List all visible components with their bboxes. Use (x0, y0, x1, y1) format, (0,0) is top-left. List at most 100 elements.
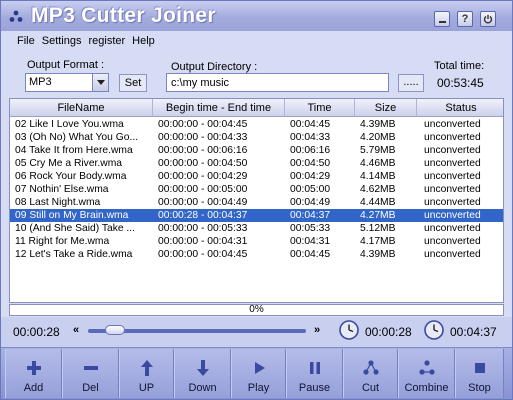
cell-filename: 06 Rock Your Body.wma (15, 171, 127, 182)
cell-time-range: 00:00:00 - 00:04:50 (158, 158, 248, 169)
cell-size: 4.39MB (360, 119, 396, 130)
stop-button[interactable]: Stop (455, 349, 504, 398)
power-button[interactable] (480, 11, 496, 27)
cell-status: unconverted (424, 236, 481, 247)
down-label: Down (188, 382, 217, 394)
add-button[interactable]: Add (5, 349, 62, 398)
output-directory-input[interactable] (166, 73, 389, 92)
pause-button[interactable]: Pause (286, 349, 343, 398)
combine-label: Combine (404, 382, 449, 394)
end-time: 00:04:37 (450, 325, 497, 339)
cut-button[interactable]: Cut (343, 349, 398, 398)
cell-time-range: 00:00:28 - 00:04:37 (158, 210, 248, 221)
chevron-down-icon[interactable] (92, 74, 108, 91)
power-icon (483, 14, 493, 24)
cell-size: 5.79MB (360, 145, 396, 156)
current-time: 00:00:28 (13, 325, 60, 339)
cell-filename: 12 Let's Take a Ride.wma (15, 249, 133, 260)
app-title: MP3 Cutter Joiner (31, 4, 216, 27)
cell-size: 4.39MB (360, 249, 396, 260)
cell-time: 00:04:50 (290, 158, 331, 169)
cell-size: 4.46MB (360, 158, 396, 169)
help-button[interactable]: ? (457, 11, 473, 27)
pause-label: Pause (298, 382, 331, 394)
cell-time: 00:04:45 (290, 249, 331, 260)
cell-time: 00:04:31 (290, 236, 331, 247)
cell-filename: 11 Right for Me.wma (15, 236, 110, 247)
add-label: Add (23, 382, 44, 394)
table-row[interactable]: 06 Rock Your Body.wma 00:00:00 - 00:04:29… (10, 170, 503, 183)
column-header-filename[interactable]: FileName (10, 99, 153, 117)
output-format-select[interactable]: MP3 (25, 73, 109, 92)
column-header-status[interactable]: Status (417, 99, 503, 117)
cut-icon (362, 360, 379, 375)
output-format-value: MP3 (29, 76, 52, 88)
menu-settings[interactable]: Settings (42, 35, 82, 47)
seek-back-button[interactable]: « (73, 324, 79, 336)
cell-time: 00:04:29 (290, 171, 331, 182)
column-header-time[interactable]: Time (285, 99, 355, 117)
cell-filename: 02 Like I Love You.wma (15, 119, 124, 130)
table-row[interactable]: 08 Last Night.wma 00:00:00 - 00:04:49 00:0… (10, 196, 503, 209)
table-row[interactable]: 12 Let's Take a Ride.wma 00:00:00 - 00:04… (10, 248, 503, 261)
cell-time: 00:04:45 (290, 119, 331, 130)
stop-label: Stop (468, 382, 491, 394)
table-row[interactable]: 07 Nothin' Else.wma 00:00:00 - 00:05:00 00… (10, 183, 503, 196)
plus-icon (26, 361, 41, 375)
cell-time-range: 00:00:00 - 00:05:33 (158, 223, 248, 234)
table-row[interactable]: 04 Take It from Here.wma 00:00:00 - 00:06… (10, 144, 503, 157)
menu-file[interactable]: File (17, 35, 35, 47)
column-header-time-range[interactable]: Begin time - End time (153, 99, 285, 117)
clock-icon[interactable] (424, 320, 444, 340)
del-button[interactable]: Del (62, 349, 119, 398)
cell-time: 00:04:49 (290, 197, 331, 208)
file-list-table[interactable]: FileName Begin time - End time Time Size… (9, 98, 504, 303)
play-button[interactable]: Play (231, 349, 286, 398)
progress-text: 0% (249, 304, 264, 315)
player-panel: 00:00:28 « » 00:00:28 00:04:37 (1, 317, 512, 347)
table-row[interactable]: 03 (Oh No) What You Go... 00:00:00 - 00:0… (10, 131, 503, 144)
set-button[interactable]: Set (119, 74, 147, 92)
clock-icon[interactable] (339, 320, 359, 340)
table-header: FileName Begin time - End time Time Size… (10, 99, 503, 117)
cell-time-range: 00:00:00 - 00:04:45 (158, 119, 248, 130)
conversion-progress-bar: 0% (9, 304, 504, 316)
output-directory-label: Output Directory : (171, 61, 258, 73)
arrow-down-icon (196, 360, 209, 376)
combine-button[interactable]: Combine (398, 349, 455, 398)
up-button[interactable]: UP (119, 349, 174, 398)
cell-status: unconverted (424, 171, 481, 182)
column-header-size[interactable]: Size (355, 99, 417, 117)
cell-status: unconverted (424, 132, 481, 143)
cell-time: 00:06:16 (290, 145, 331, 156)
cell-time-range: 00:00:00 - 00:06:16 (158, 145, 248, 156)
cell-filename: 03 (Oh No) What You Go... (15, 132, 139, 143)
cut-label: Cut (361, 382, 380, 394)
title-bar[interactable]: MP3 Cutter Joiner ? (1, 1, 512, 31)
app-logo-icon (9, 10, 23, 22)
play-icon (254, 362, 265, 374)
cell-status: unconverted (424, 119, 481, 130)
table-row[interactable]: 02 Like I Love You.wma 00:00:00 - 00:04:4… (10, 118, 503, 131)
seek-forward-button[interactable]: » (314, 324, 320, 336)
menu-register[interactable]: register (88, 35, 125, 47)
app-window: MP3 Cutter Joiner ? File Settings register… (0, 0, 513, 400)
play-label: Play (247, 382, 270, 394)
question-icon: ? (461, 12, 469, 25)
cell-time-range: 00:00:00 - 00:04:33 (158, 132, 248, 143)
table-row[interactable]: 05 Cry Me a River.wma 00:00:00 - 00:04:50… (10, 157, 503, 170)
table-row[interactable]: 10 (And She Said) Take ... 00:00:00 - 00:… (10, 222, 503, 235)
arrow-up-icon (140, 360, 153, 376)
cell-time: 00:04:37 (290, 210, 331, 221)
total-time-value: 00:53:45 (437, 76, 484, 90)
table-row[interactable]: 09 Still on My Brain.wma 00:00:28 - 00:04… (10, 209, 503, 222)
menu-help[interactable]: Help (132, 35, 155, 47)
cell-size: 4.62MB (360, 184, 396, 195)
down-button[interactable]: Down (174, 349, 231, 398)
table-row[interactable]: 11 Right for Me.wma 00:00:00 - 00:04:31 00… (10, 235, 503, 248)
seek-slider-thumb[interactable] (104, 325, 125, 335)
cell-time: 00:05:33 (290, 223, 331, 234)
minimize-button[interactable] (434, 11, 450, 27)
browse-button[interactable]: ..... (398, 74, 424, 92)
minus-icon (83, 366, 98, 370)
